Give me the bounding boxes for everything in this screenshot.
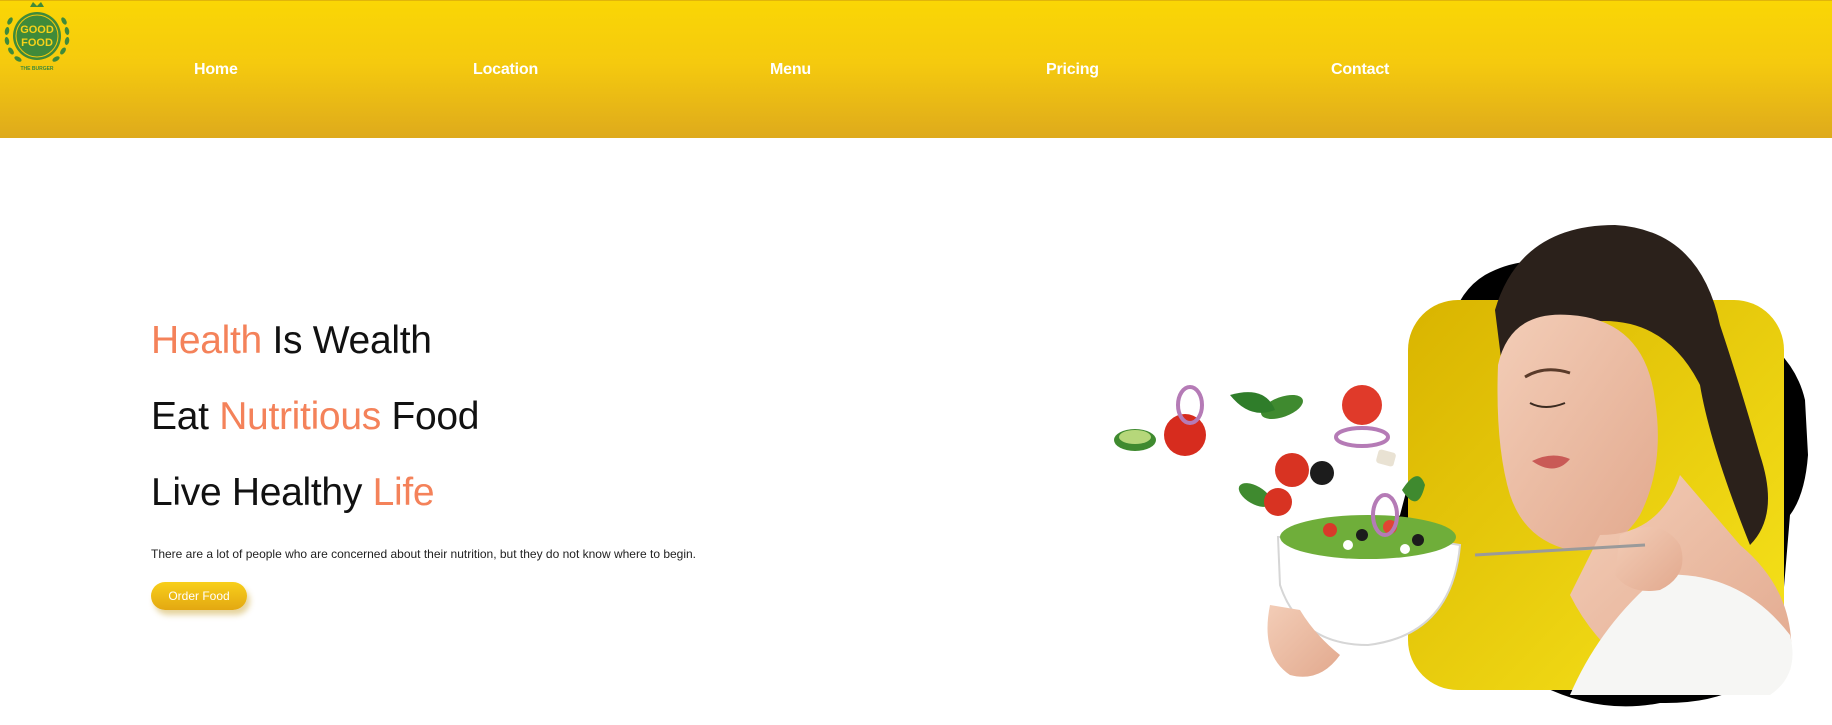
hero-heading-line-3: Live Healthy Life — [151, 471, 435, 515]
hero-heading-line-2: Eat Nutritious Food — [151, 395, 479, 439]
nav-link-home[interactable]: Home — [194, 61, 238, 79]
hero-accent-nutritious: Nutritious — [219, 395, 381, 438]
hero-text-food: Food — [380, 395, 480, 438]
hero-text-is-wealth: Is Wealth — [261, 319, 432, 362]
hero-image — [1100, 215, 1832, 720]
nav-link-location[interactable]: Location — [473, 61, 538, 79]
nav-link-pricing[interactable]: Pricing — [1046, 61, 1099, 79]
hero-text-live-healthy: Live Healthy — [151, 471, 373, 514]
hero-accent-life: Life — [372, 471, 435, 514]
nav-link-menu[interactable]: Menu — [770, 61, 811, 79]
brand-logo[interactable]: GOOD FOOD THE BURGER — [0, 1, 76, 79]
order-food-button[interactable]: Order Food — [151, 582, 247, 610]
hero-heading-line-1: Health Is Wealth — [151, 319, 432, 363]
site-header: GOOD FOOD THE BURGER Home Location Menu … — [0, 0, 1832, 138]
svg-text:THE BURGER: THE BURGER — [20, 66, 53, 72]
nav-link-contact[interactable]: Contact — [1331, 61, 1389, 79]
hero-text-eat: Eat — [151, 395, 220, 438]
hero-accent-health: Health — [151, 319, 262, 362]
hero-description: There are a lot of people who are concer… — [151, 547, 697, 561]
svg-text:FOOD: FOOD — [21, 37, 53, 49]
svg-text:GOOD: GOOD — [20, 24, 54, 36]
